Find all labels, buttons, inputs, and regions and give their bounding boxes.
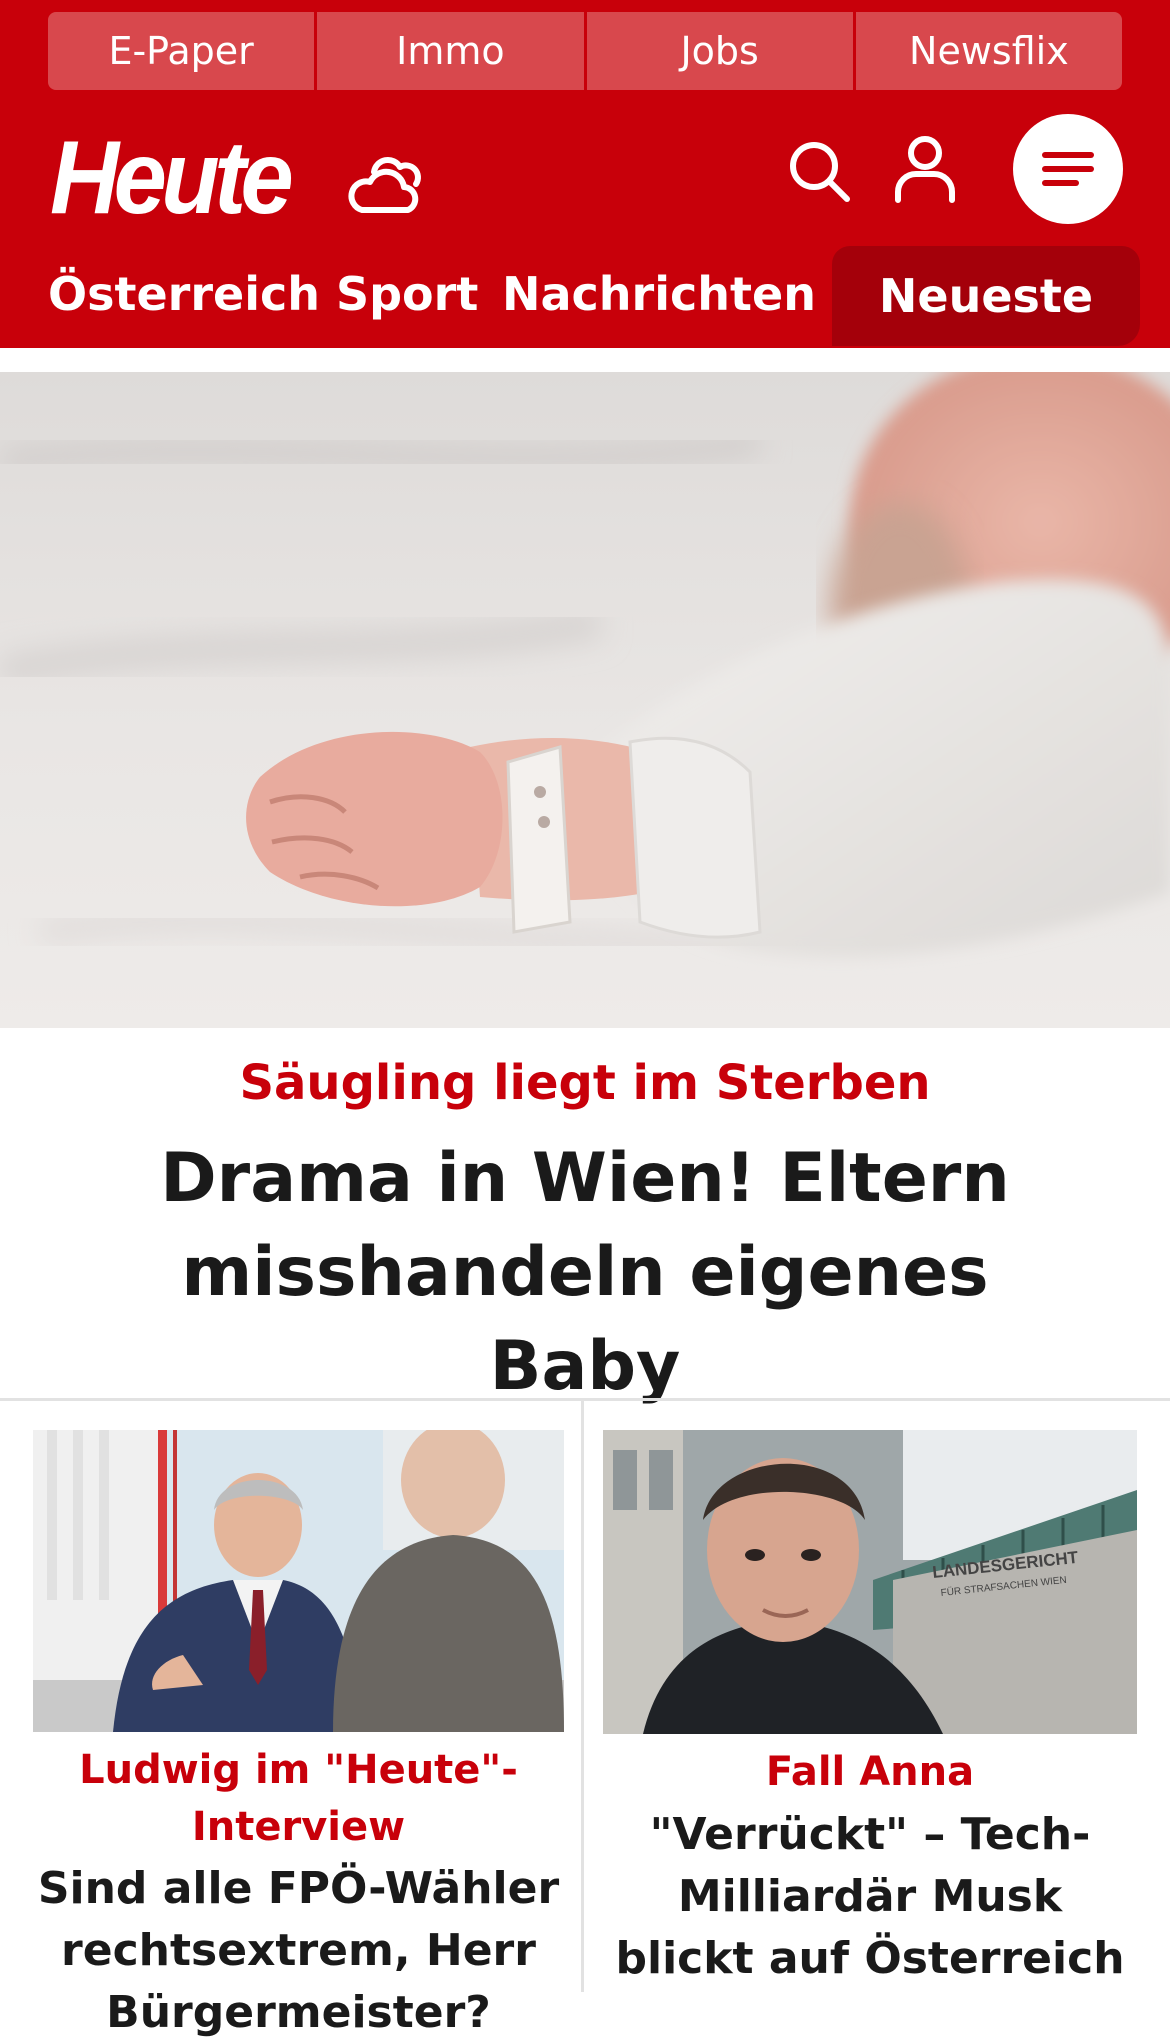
nav-item-nachrichten[interactable]: Nachrichten <box>502 264 816 324</box>
musk-court-photo: LANDESGERICHT FÜR STRAFSACHEN WIEN <box>603 1430 1137 1734</box>
service-link-immo[interactable]: Immo <box>317 12 587 90</box>
teaser-headline-ludwig[interactable]: Sind alle FPÖ-Wähler rechtsextrem, Herr … <box>33 1858 564 2044</box>
hero-image[interactable] <box>0 372 1170 1028</box>
teaser-kicker-musk: Fall Anna <box>765 1749 975 1795</box>
service-link-newsflix[interactable]: Newsflix <box>855 12 1122 90</box>
teaser-headline-musk[interactable]: "Verrückt" – Tech-Milliardär Musk blickt… <box>603 1804 1137 1990</box>
category-nav: Österreich Sport Nachrichten Neueste <box>0 246 1170 348</box>
heute-logo[interactable]: Heute <box>50 118 294 238</box>
nav-item-sport[interactable]: Sport <box>336 264 478 324</box>
section-divider <box>0 1398 1170 1401</box>
nav-item-neueste[interactable]: Neueste <box>832 246 1140 346</box>
hero-kicker: Säugling liegt im Sterben <box>239 1055 931 1111</box>
search-icon[interactable] <box>786 138 852 204</box>
user-icon[interactable] <box>892 134 958 204</box>
menu-button[interactable] <box>1013 114 1123 224</box>
service-link-jobs[interactable]: Jobs <box>586 12 856 90</box>
service-link-epaper[interactable]: E-Paper <box>48 12 318 90</box>
site-header: E-Paper Immo Jobs Newsflix Heute Österre… <box>0 0 1170 348</box>
weather-cloud-icon[interactable] <box>346 150 422 216</box>
hamburger-menu-icon <box>1042 152 1094 186</box>
ludwig-interview-photo <box>33 1430 564 1732</box>
nav-item-oesterreich[interactable]: Österreich <box>48 264 320 324</box>
teaser-kicker-ludwig: Ludwig im "Heute"-Interview <box>79 1747 518 1850</box>
column-divider <box>581 1401 584 1992</box>
hero-headline[interactable]: Drama in Wien! Eltern misshandeln eigene… <box>85 1132 1085 1414</box>
service-bar: E-Paper Immo Jobs Newsflix <box>48 12 1122 90</box>
teaser-image-ludwig[interactable] <box>33 1430 564 1732</box>
hero-baby-photo <box>0 372 1170 958</box>
teaser-image-musk[interactable]: LANDESGERICHT FÜR STRAFSACHEN WIEN <box>603 1430 1137 1734</box>
